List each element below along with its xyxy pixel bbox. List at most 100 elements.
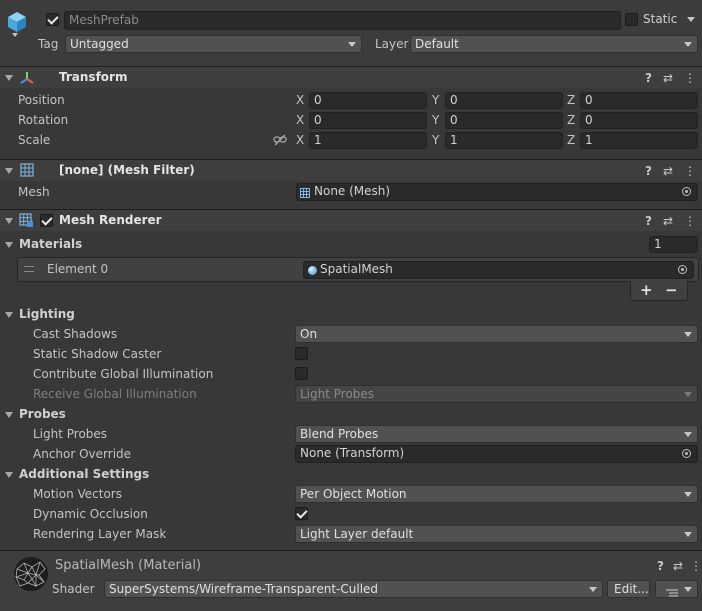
presets-icon[interactable]: ⇄: [673, 560, 683, 572]
transform-header[interactable]: Transform ? ⇄ ⋮: [0, 66, 702, 88]
shader-dropdown[interactable]: SuperSystems/Wireframe-Transparent-Culle…: [104, 580, 603, 598]
layer-label: Layer: [375, 37, 409, 51]
remove-element-button[interactable]: −: [665, 281, 678, 299]
dynamic-occlusion-label: Dynamic Occlusion: [33, 507, 148, 521]
foldout-arrow-icon[interactable]: [5, 75, 13, 81]
probes-foldout-icon[interactable]: [5, 412, 13, 418]
rotation-x-axis[interactable]: X: [296, 113, 304, 127]
mesh-filter-title: [none] (Mesh Filter): [59, 163, 195, 177]
icon-dropdown-arrow[interactable]: [12, 33, 18, 37]
scale-x-axis[interactable]: X: [296, 133, 304, 147]
anchor-override-field[interactable]: None (Transform): [295, 445, 698, 463]
gameobject-cube-icon[interactable]: [6, 10, 28, 34]
transform-title: Transform: [59, 70, 128, 84]
gameobject-header: [0, 0, 702, 66]
tag-dropdown[interactable]: Untagged: [65, 35, 362, 53]
contribute-gi-label: Contribute Global Illumination: [33, 367, 214, 381]
contribute-gi-checkbox[interactable]: [295, 367, 308, 380]
additional-settings-label[interactable]: Additional Settings: [19, 467, 149, 481]
anchor-override-label: Anchor Override: [33, 447, 132, 461]
material-sphere-icon: [308, 266, 317, 275]
material-preview-icon[interactable]: [14, 557, 48, 591]
help-icon[interactable]: ?: [645, 215, 652, 227]
position-z-axis[interactable]: Z: [567, 93, 575, 107]
object-picker-icon[interactable]: [682, 187, 691, 196]
position-y-field[interactable]: 0: [445, 92, 563, 109]
static-checkbox[interactable]: [625, 13, 638, 26]
scale-x-field[interactable]: 1: [309, 132, 427, 149]
static-shadow-caster-checkbox[interactable]: [295, 347, 308, 360]
anchor-override-value: None (Transform): [300, 446, 405, 460]
mesh-renderer-enabled-checkbox[interactable]: [40, 214, 53, 227]
presets-icon[interactable]: ⇄: [663, 215, 673, 227]
lighting-label[interactable]: Lighting: [19, 307, 75, 321]
mesh-object-field[interactable]: None (Mesh): [296, 183, 698, 201]
motion-vectors-label: Motion Vectors: [33, 487, 122, 501]
shader-edit-button[interactable]: Edit...: [607, 580, 650, 598]
rendering-layer-mask-label: Rendering Layer Mask: [33, 527, 167, 541]
help-icon[interactable]: ?: [657, 560, 664, 572]
shader-value: SuperSystems/Wireframe-Transparent-Culle…: [109, 582, 379, 596]
receive-gi-label: Receive Global Illumination: [33, 387, 197, 401]
rotation-z-axis[interactable]: Z: [567, 113, 575, 127]
foldout-arrow-icon[interactable]: [5, 218, 13, 224]
probes-label[interactable]: Probes: [19, 407, 66, 421]
position-y-axis[interactable]: Y: [432, 93, 439, 107]
mesh-renderer-icon: [19, 213, 34, 228]
rendering-layer-mask-dropdown[interactable]: Light Layer default: [295, 525, 698, 543]
chevron-down-icon: [684, 392, 692, 397]
dynamic-occlusion-checkbox[interactable]: [295, 507, 308, 520]
add-element-button[interactable]: +: [640, 281, 653, 299]
presets-icon[interactable]: ⇄: [663, 72, 673, 84]
position-x-axis[interactable]: X: [296, 93, 304, 107]
help-icon[interactable]: ?: [645, 72, 652, 84]
foldout-arrow-icon[interactable]: [5, 168, 13, 174]
kebab-menu-icon[interactable]: ⋮: [684, 215, 696, 227]
light-probes-dropdown[interactable]: Blend Probes: [295, 425, 698, 443]
lighting-foldout-icon[interactable]: [5, 312, 13, 318]
scale-z-axis[interactable]: Z: [567, 133, 575, 147]
static-shadow-caster-label: Static Shadow Caster: [33, 347, 162, 361]
materials-label[interactable]: Materials: [19, 237, 82, 251]
materials-count-field[interactable]: 1: [649, 236, 698, 253]
chevron-down-icon: [684, 432, 692, 437]
additional-settings-foldout-icon[interactable]: [5, 472, 13, 478]
rotation-x-field[interactable]: 0: [309, 112, 427, 129]
kebab-menu-icon[interactable]: ⋮: [684, 165, 696, 177]
rotation-y-axis[interactable]: Y: [432, 113, 439, 127]
gameobject-name-field[interactable]: MeshPrefab: [64, 11, 621, 30]
rotation-z-field[interactable]: 0: [580, 112, 698, 129]
shader-options-button[interactable]: [655, 580, 698, 598]
mesh-renderer-header[interactable]: Mesh Renderer ? ⇄ ⋮: [0, 209, 702, 231]
constrain-proportions-icon[interactable]: [273, 134, 287, 146]
gameobject-active-checkbox[interactable]: [46, 13, 59, 26]
object-picker-icon[interactable]: [678, 265, 687, 274]
mesh-label: Mesh: [18, 185, 50, 199]
mesh-filter-header[interactable]: [none] (Mesh Filter) ? ⇄ ⋮: [0, 159, 702, 181]
layer-value: Default: [415, 37, 459, 51]
rotation-y-field[interactable]: 0: [445, 112, 563, 129]
cast-shadows-dropdown[interactable]: On: [295, 325, 698, 343]
position-x-field[interactable]: 0: [309, 92, 427, 109]
scale-y-axis[interactable]: Y: [432, 133, 439, 147]
scale-y-field[interactable]: 1: [445, 132, 563, 149]
motion-vectors-dropdown[interactable]: Per Object Motion: [295, 485, 698, 503]
static-dropdown-arrow[interactable]: [687, 17, 695, 22]
motion-vectors-value: Per Object Motion: [300, 487, 407, 501]
drag-handle-icon[interactable]: [24, 266, 34, 272]
kebab-menu-icon[interactable]: ⋮: [690, 560, 702, 572]
cast-shadows-value: On: [300, 327, 318, 341]
help-icon[interactable]: ?: [645, 165, 652, 177]
object-picker-icon[interactable]: [682, 449, 691, 458]
presets-icon[interactable]: ⇄: [663, 165, 673, 177]
material-title: SpatialMesh (Material): [55, 558, 202, 573]
element-0-material-field[interactable]: SpatialMesh: [303, 261, 694, 279]
materials-foldout-icon[interactable]: [5, 242, 13, 248]
layer-dropdown[interactable]: Default: [410, 35, 698, 53]
static-label: Static: [643, 12, 678, 26]
kebab-menu-icon[interactable]: ⋮: [684, 72, 696, 84]
scale-z-field[interactable]: 1: [580, 132, 698, 149]
scale-label: Scale: [18, 133, 51, 147]
position-z-field[interactable]: 0: [580, 92, 698, 109]
rendering-layer-mask-value: Light Layer default: [300, 527, 414, 541]
